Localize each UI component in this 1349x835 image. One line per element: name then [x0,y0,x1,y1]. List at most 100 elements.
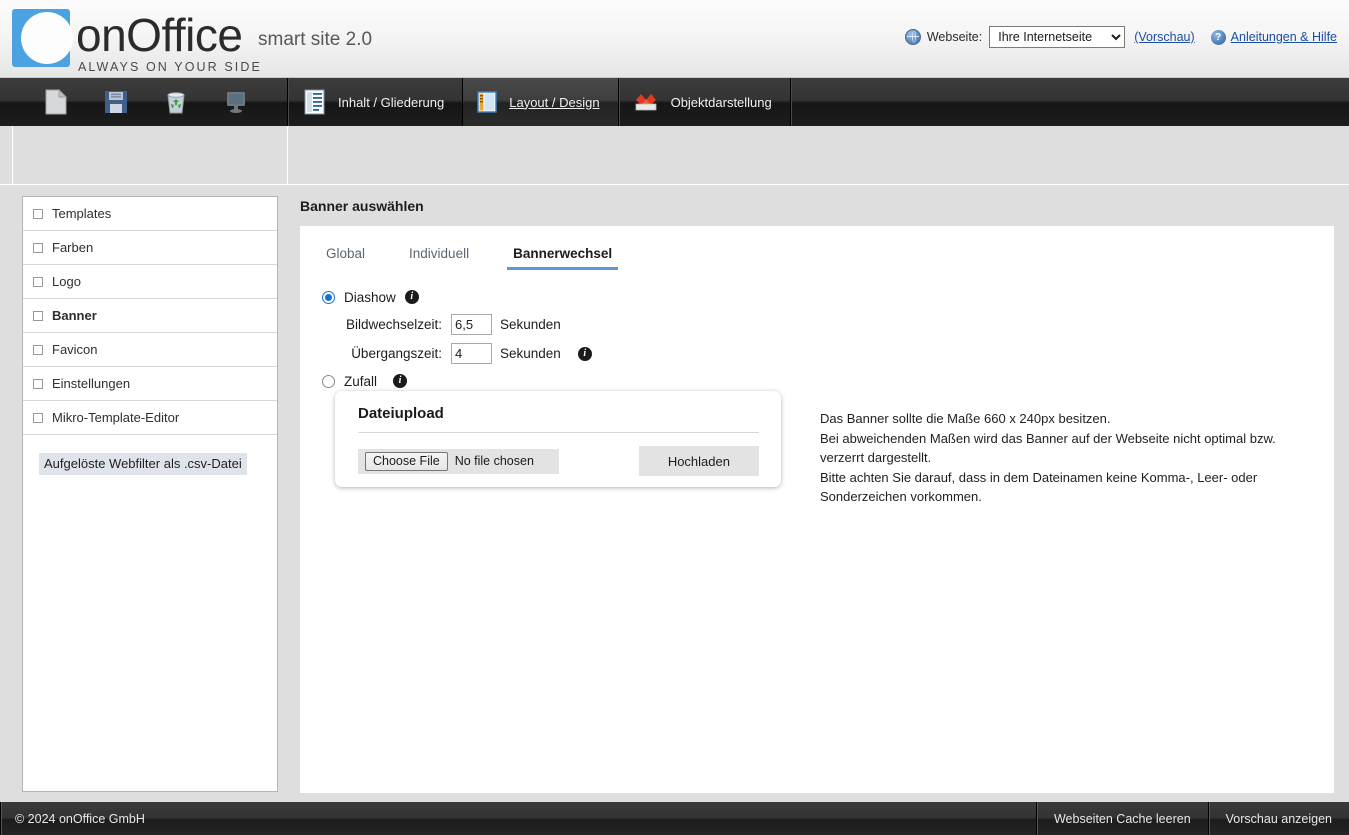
file-input[interactable]: Choose File No file chosen [358,448,559,474]
sidebar-item-label: Farben [52,240,94,255]
quick-tool-group [0,78,288,126]
recycle-bin-icon [167,91,185,113]
sidebar-item-templates[interactable]: Templates [23,197,277,231]
nav-tab-label: Objektdarstellung [670,94,772,110]
checkbox-icon[interactable] [33,378,43,389]
sidebar-item-logo[interactable]: Logo [23,265,277,299]
sidebar-item-label: Mikro-Template-Editor [52,410,180,425]
csv-export-button[interactable]: Aufgelöste Webfilter als .csv-Datei [39,453,247,475]
logo-mark-icon [12,9,73,67]
radio-zufall[interactable] [322,374,335,388]
nav-tab-inhalt-gliederung[interactable]: Inhalt / Gliederung [288,78,464,126]
onoffice-logo: onOffice ALWAYS ON YOUR SIDE [12,9,262,74]
nav-tab-layout-design[interactable]: Layout / Design [463,78,619,126]
hint-line-2: Bei abweichenden Maßen wird das Banner a… [820,430,1276,466]
app-footer: © 2024 onOffice GmbH Webseiten Cache lee… [0,802,1349,835]
globe-icon [904,29,921,45]
sidebar-item-label: Banner [52,308,97,323]
help-question-icon[interactable]: ? [1210,29,1226,45]
page-title: Banner auswählen [300,198,424,214]
upload-controls: Choose File No file chosen Hochladen [358,446,759,476]
object-display-icon [635,94,656,111]
upload-card-title: Dateiupload [358,405,444,422]
new-page-icon [45,89,67,115]
sidebar-item-favicon[interactable]: Favicon [23,333,277,367]
nav-tab-label: Inhalt / Gliederung [338,94,445,110]
sidebar-item-farben[interactable]: Farben [23,231,277,265]
tab-global[interactable]: Global [320,246,371,270]
uebergangszeit-unit: Sekunden [500,346,561,361]
logo-wordmark: onOffice [76,9,243,61]
csv-export-area: Aufgelöste Webfilter als .csv-Datei [23,435,277,475]
uebergangszeit-input[interactable] [451,343,492,364]
sidebar-item-label: Logo [52,274,81,289]
nav-tab-label: Layout / Design [509,94,600,110]
bildwechselzeit-label: Bildwechselzeit: [345,317,442,332]
hint-line-3: Bitte achten Sie darauf, dass in dem Dat… [820,469,1258,505]
main-navbar: Inhalt / Gliederung Layout / Design Obje… [0,78,1349,126]
checkbox-icon[interactable] [33,208,43,219]
checkbox-icon[interactable] [33,310,43,321]
body-divider-left [12,126,13,184]
body-divider-top [0,184,1349,185]
banner-hint-text: Das Banner sollte die Maße 660 x 240px b… [820,409,1290,507]
radio-diashow[interactable] [322,290,335,304]
checkbox-icon[interactable] [33,412,43,423]
sidebar-item-banner[interactable]: Banner [23,299,277,333]
layout-design-icon [477,91,497,113]
bildwechselzeit-row: Bildwechselzeit: Sekunden [322,310,1334,339]
sidebar-item-label: Templates [52,206,112,221]
upload-submit-button[interactable]: Hochladen [638,446,759,476]
tab-label: Global [326,246,366,261]
uebergangszeit-label: Übergangszeit: [351,346,442,361]
show-preview-button[interactable]: Vorschau anzeigen [1207,802,1349,835]
help-link[interactable]: Anleitungen & Hilfe [1231,30,1337,44]
toolbar-new-page[interactable] [26,78,86,126]
tab-individuell[interactable]: Individuell [403,246,475,270]
content-outline-icon [304,89,325,115]
checkbox-icon[interactable] [33,242,43,253]
bildwechselzeit-unit: Sekunden [500,317,561,332]
uebergangszeit-row: Übergangszeit: Sekunden i [322,339,1334,368]
choose-file-button[interactable]: Choose File [365,451,448,471]
main-content-panel: Global Individuell Bannerwechsel Diashow… [300,226,1334,793]
content-tabs: Global Individuell Bannerwechsel [300,226,1334,270]
tab-label: Bannerwechsel [513,246,613,261]
monitor-preview-icon [227,92,245,113]
preview-link[interactable]: (Vorschau) [1134,30,1194,44]
hint-line-1: Das Banner sollte die Maße 660 x 240px b… [820,411,1111,426]
sidebar-item-einstellungen[interactable]: Einstellungen [23,367,277,401]
toolbar-recycle-bin[interactable] [146,78,206,126]
website-label: Webseite: [926,30,983,44]
product-name: smart site 2.0 [258,29,373,50]
sidebar-item-mikro-template-editor[interactable]: Mikro-Template-Editor [23,401,277,435]
checkbox-icon[interactable] [33,276,43,287]
save-floppy-icon [105,91,127,113]
info-icon-diashow[interactable]: i [404,290,419,304]
info-icon-zufall[interactable]: i [393,374,408,388]
settings-sidebar: Templates Farben Logo Banner Favicon Ein… [22,196,278,792]
checkbox-icon[interactable] [33,344,43,355]
toolbar-preview-monitor[interactable] [206,78,266,126]
diashow-label: Diashow [344,289,396,305]
toolbar-save[interactable] [86,78,146,126]
info-icon-uebergangszeit[interactable]: i [577,346,592,361]
upload-divider [358,432,759,433]
clear-cache-button[interactable]: Webseiten Cache leeren [1035,802,1208,835]
sidebar-item-label: Einstellungen [52,376,131,391]
body-divider-mid [287,126,288,184]
bildwechselzeit-input[interactable] [451,314,492,335]
file-status-label: No file chosen [454,454,534,468]
header-controls: Webseite: Ihre Internetseite (Vorschau) … [904,26,1341,48]
website-select[interactable]: Ihre Internetseite [989,26,1126,48]
tab-label: Individuell [409,246,470,261]
tab-bannerwechsel[interactable]: Bannerwechsel [507,246,619,270]
nav-tab-objektdarstellung[interactable]: Objektdarstellung [619,78,791,126]
zufall-label: Zufall [344,373,378,389]
footer-copyright: © 2024 onOffice GmbH [0,802,1036,835]
diashow-row: Diashow i [322,284,1334,310]
app-header: onOffice ALWAYS ON YOUR SIDE smart site … [0,0,1349,78]
sidebar-item-label: Favicon [52,342,98,357]
file-upload-card: Dateiupload Choose File No file chosen H… [335,391,781,487]
banner-rotation-options: Diashow i Bildwechselzeit: Sekunden Über… [300,270,1334,394]
